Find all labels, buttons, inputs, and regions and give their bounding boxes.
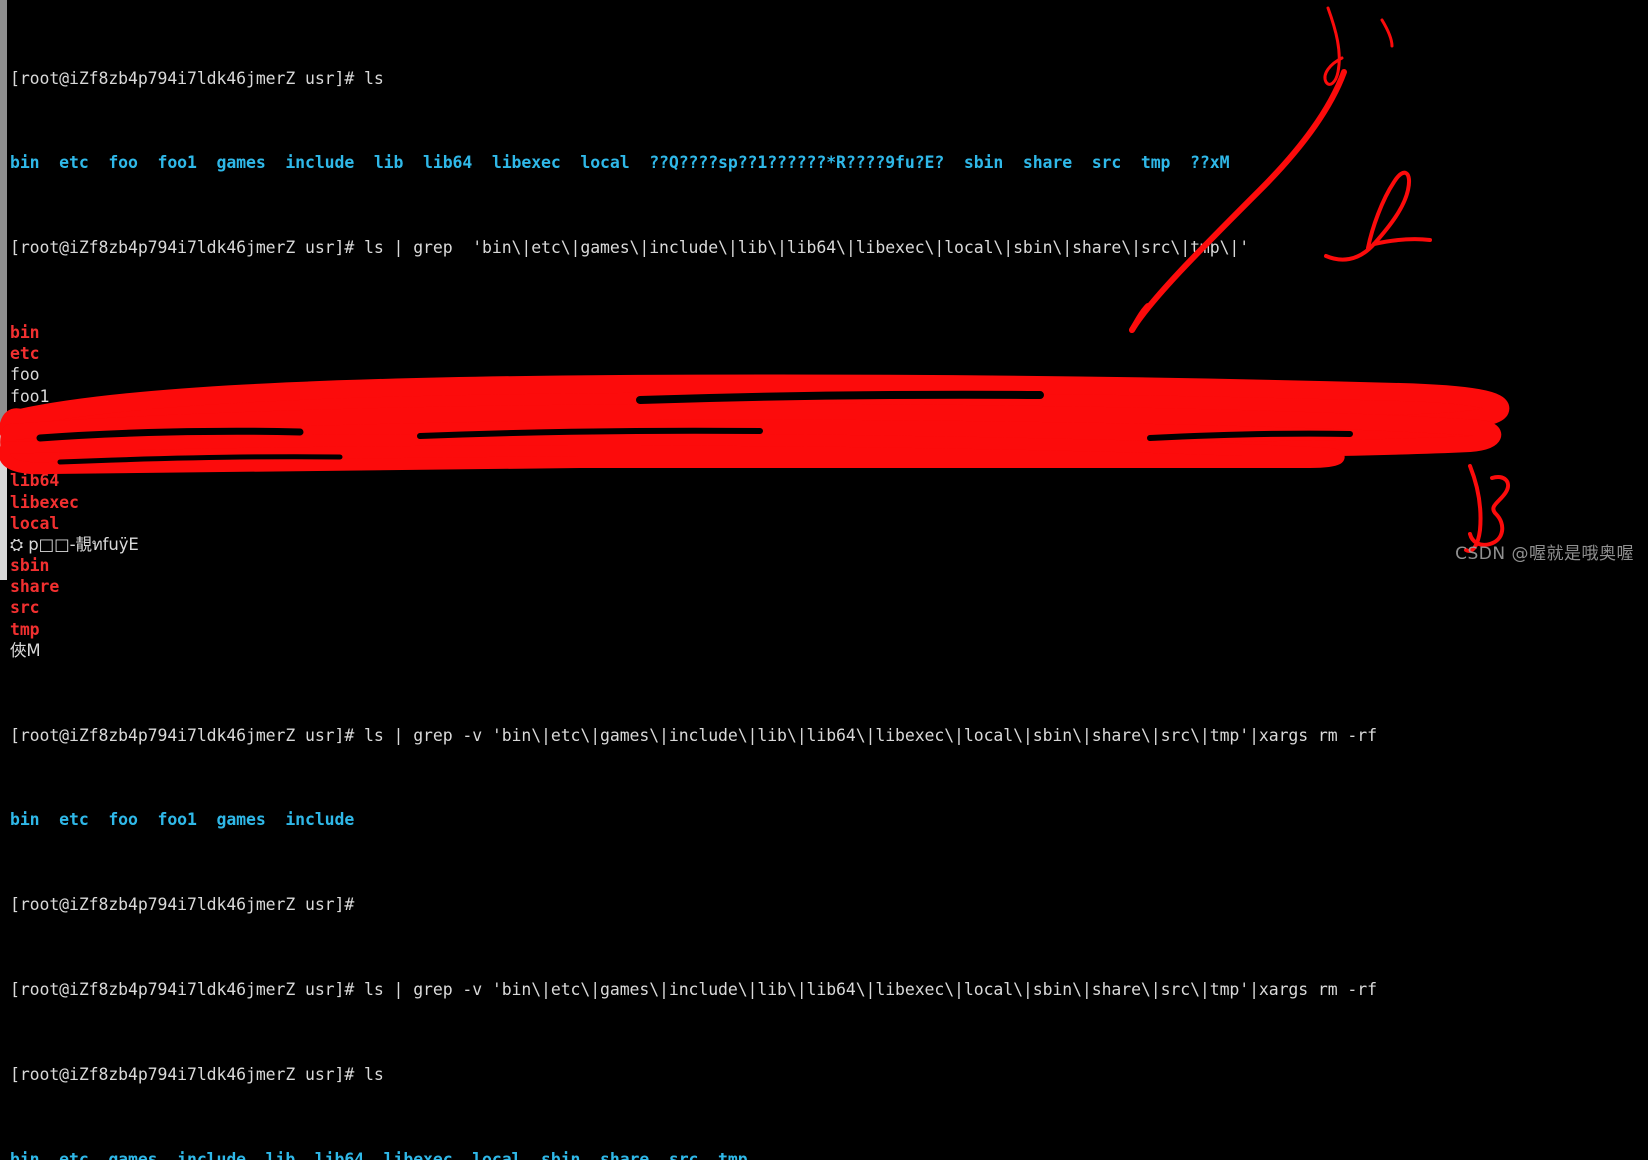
shell-prompt: [root@iZf8zb4p794i7ldk46jmerZ usr]# (10, 238, 365, 258)
terminal-line-output-obscured: bin etc foo foo1 games include (10, 809, 1648, 830)
terminal-scrollbar[interactable] (0, 0, 7, 580)
terminal-line-output: ⛭ p□□-靚ทfuÿE (10, 534, 1648, 555)
terminal-line-output: lib (10, 449, 1648, 470)
terminal-line-output: etc (10, 343, 1648, 364)
terminal-line-output: foo (10, 364, 1648, 385)
grep-output-entry: 俠M (10, 640, 41, 660)
terminal-line-output: bin (10, 322, 1648, 343)
grep-output-entry: etc (10, 344, 40, 364)
terminal-line-output: include (10, 428, 1648, 449)
grep-output-entry: lib (10, 450, 40, 470)
grep-output-entry: libexec (10, 492, 79, 512)
grep-output-list: bin etc foo foo1 games include lib lib64 libexec… (10, 322, 1648, 661)
command-text: ls | grep -v 'bin\|etc\|games\|include\|… (364, 980, 1377, 999)
terminal-line-output: bin etc foo foo1 games include lib lib64… (10, 152, 1648, 173)
grep-output-entry: foo (10, 365, 40, 385)
grep-output-entry: lib64 (10, 471, 60, 491)
shell-prompt: [root@iZf8zb4p794i7ldk46jmerZ usr]# (10, 1064, 365, 1084)
terminal-scrollbar-thumb[interactable] (0, 0, 7, 430)
command-text: ls | grep 'bin\|etc\|games\|include\|lib… (364, 238, 1250, 258)
grep-output-entry: bin (10, 323, 40, 342)
shell-prompt: [root@iZf8zb4p794i7ldk46jmerZ usr]# (10, 980, 365, 999)
terminal-line-output: libexec (10, 492, 1648, 513)
shell-prompt: [root@iZf8zb4p794i7ldk46jmerZ usr]# (10, 895, 365, 915)
grep-output-entry: src (10, 598, 40, 618)
terminal-line-output: sbin (10, 555, 1648, 576)
command-text: ls (364, 68, 384, 88)
terminal-line-output: 俠M (10, 640, 1648, 661)
ls-output-row: bin etc foo foo1 games include (10, 810, 355, 830)
terminal-line-command: [root@iZf8zb4p794i7ldk46jmerZ usr]# ls |… (10, 979, 1648, 1000)
terminal-line-output: games (10, 407, 1648, 428)
command-text: ls | grep -v 'bin\|etc\|games\|include\|… (364, 725, 1377, 745)
grep-output-entry: share (10, 577, 60, 597)
terminal-line-output: foo1 (10, 386, 1648, 407)
terminal-line-command: [root@iZf8zb4p794i7ldk46jmerZ usr]# ls (10, 68, 1648, 89)
grep-output-entry: include (10, 428, 79, 448)
grep-output-entry: sbin (10, 556, 50, 576)
terminal-line-command: [root@iZf8zb4p794i7ldk46jmerZ usr]# ls (10, 1064, 1648, 1085)
shell-prompt: [root@iZf8zb4p794i7ldk46jmerZ usr]# (10, 68, 365, 88)
grep-output-entry: ⛭ p□□-靚ทfuÿE (10, 534, 139, 554)
ls-output-row: bin etc foo foo1 games include lib lib64… (10, 153, 1230, 173)
terminal-line-output: tmp (10, 619, 1648, 640)
terminal-line-command-obscured: [root@iZf8zb4p794i7ldk46jmerZ usr]# ls |… (10, 725, 1648, 746)
terminal-line-output: share (10, 576, 1648, 597)
grep-output-entry: foo1 (10, 386, 50, 406)
grep-output-entry: games (10, 407, 60, 427)
terminal-line-output: bin etc games include lib lib64 libexec … (10, 1149, 1648, 1160)
command-text: ls (364, 1064, 384, 1084)
terminal-line-output: src (10, 597, 1648, 618)
terminal-line-command: [root@iZf8zb4p794i7ldk46jmerZ usr]# ls |… (10, 237, 1648, 258)
csdn-watermark: CSDN @喔就是哦奥喔 (1455, 544, 1634, 564)
ls-output-row: bin etc games include lib lib64 libexec … (10, 1149, 748, 1160)
grep-output-entry: local (10, 513, 60, 533)
terminal-line-output: local (10, 513, 1648, 534)
grep-output-entry: tmp (10, 619, 40, 639)
shell-prompt: [root@iZf8zb4p794i7ldk46jmerZ usr]# (10, 725, 365, 745)
terminal-line-prompt-empty: [root@iZf8zb4p794i7ldk46jmerZ usr]# (10, 894, 1648, 915)
terminal-window[interactable]: [root@iZf8zb4p794i7ldk46jmerZ usr]# ls b… (0, 0, 1648, 1160)
terminal-line-output: lib64 (10, 470, 1648, 491)
